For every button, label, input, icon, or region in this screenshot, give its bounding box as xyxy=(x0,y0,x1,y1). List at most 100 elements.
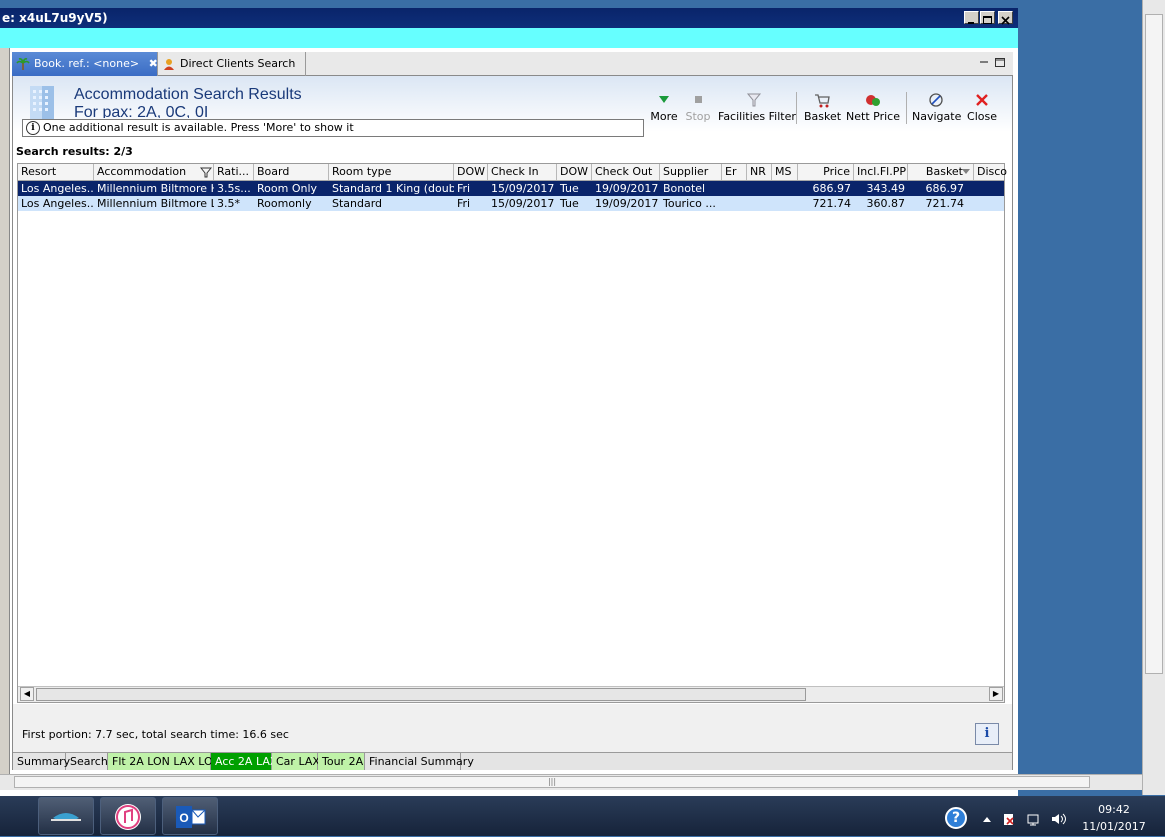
col-accommodation[interactable]: Accommodation xyxy=(94,164,214,180)
nett-price-label: Nett Price xyxy=(846,110,900,123)
cell-supplier: Tourico ... xyxy=(663,197,716,210)
col-nr[interactable]: NR xyxy=(747,164,772,180)
scroll-left-button[interactable]: ◀ xyxy=(20,687,34,701)
info-button[interactable]: i xyxy=(975,723,999,745)
tab-tour[interactable]: Tour 2A xyxy=(318,753,365,770)
filter-icon[interactable] xyxy=(200,167,212,178)
taskbar-outlook-button[interactable]: O xyxy=(162,797,218,835)
cell-accommodation: Millennium Biltmore H... xyxy=(97,182,214,195)
down-arrow-icon xyxy=(659,96,669,103)
tab-car[interactable]: Car LAX xyxy=(272,753,320,770)
cell-rating: 3.5s... xyxy=(217,182,251,195)
window-close-button[interactable] xyxy=(998,11,1013,25)
page-title: Accommodation Search Results xyxy=(74,86,302,103)
search-timing: First portion: 7.7 sec, total search tim… xyxy=(22,728,289,741)
table-row[interactable]: Los Angeles... Millennium Biltmore H... … xyxy=(18,181,1004,196)
maximize-button[interactable] xyxy=(980,11,995,24)
col-rating[interactable]: Rati... xyxy=(214,164,254,180)
view-min-max-icon[interactable] xyxy=(978,56,1008,70)
col-incl-fl-pp[interactable]: Incl.Fl.PP xyxy=(854,164,908,180)
col-resort[interactable]: Resort xyxy=(18,164,94,180)
funnel-icon xyxy=(746,93,762,107)
tab-direct-clients-search[interactable]: Direct Clients Search xyxy=(158,52,306,76)
clock-time[interactable]: 09:42 xyxy=(1086,803,1142,816)
help-icon[interactable]: ? xyxy=(945,807,967,829)
col-check-in[interactable]: Check In xyxy=(488,164,557,180)
cell-room-type: Standard xyxy=(332,197,383,210)
window-title: e: x4uL7u9yV5) xyxy=(2,11,108,25)
stop-icon xyxy=(695,96,702,103)
basket-button[interactable]: Basket xyxy=(804,90,841,126)
scrollbar-thumb[interactable] xyxy=(36,688,806,701)
facilities-filter-button[interactable]: Facilities Filter xyxy=(718,90,796,126)
navigate-button[interactable]: Navigate xyxy=(912,90,961,126)
cell-board: Room Only xyxy=(257,182,318,195)
facilities-filter-label: Facilities Filter xyxy=(718,110,796,123)
clients-icon xyxy=(164,59,174,70)
tab-summary[interactable]: Summary xyxy=(13,753,70,770)
building-icon xyxy=(30,86,54,122)
table-row[interactable]: Los Angeles... Millennium Biltmore L... … xyxy=(18,196,1004,211)
scroll-right-button[interactable]: ▶ xyxy=(989,687,1003,701)
cell-resort: Los Angeles... xyxy=(21,197,94,210)
tab-direct-clients-label: Direct Clients Search xyxy=(180,57,296,70)
results-table xyxy=(17,163,1005,703)
more-button[interactable]: More xyxy=(650,90,678,126)
cell-room-type: Standard 1 King (double) xyxy=(332,182,454,195)
cell-dow-in: Fri xyxy=(457,182,471,195)
toolbar-separator xyxy=(796,92,797,124)
cell-basket: 721.74 xyxy=(925,197,965,210)
cell-dow-out: Tue xyxy=(560,182,579,195)
tab-accommodation[interactable]: Acc 2A LAX xyxy=(211,753,277,770)
col-dow-out[interactable]: DOW xyxy=(557,164,592,180)
col-discount[interactable]: Disco xyxy=(974,164,1014,180)
minimize-icon xyxy=(968,22,974,24)
cell-dow-out: Tue xyxy=(560,197,579,210)
window-title-bar[interactable]: e: x4uL7u9yV5) xyxy=(0,8,1018,28)
col-ms[interactable]: MS xyxy=(772,164,798,180)
cell-resort: Los Angeles... xyxy=(21,182,94,195)
desktop-background xyxy=(1018,0,1146,775)
system-tray-icons[interactable] xyxy=(980,812,1076,826)
clock-date[interactable]: 11/01/2017 xyxy=(1080,820,1148,833)
col-er[interactable]: Er xyxy=(722,164,747,180)
tab-financial-summary[interactable]: Financial Summary xyxy=(365,753,474,770)
maximize-icon xyxy=(983,16,992,24)
basket-icon xyxy=(815,94,830,108)
more-label: More xyxy=(650,110,678,123)
cell-supplier: Bonotel xyxy=(663,182,706,195)
table-header: Resort Accommodation Rati... Board Room … xyxy=(18,164,1007,181)
tab-booking-ref[interactable]: Book. ref.: <none> ✖ xyxy=(12,52,158,76)
stop-button[interactable]: Stop xyxy=(684,90,712,126)
col-check-out[interactable]: Check Out xyxy=(592,164,660,180)
toolbar-separator xyxy=(906,92,907,124)
tab-close-icon[interactable]: ✖ xyxy=(149,57,158,70)
booking-component-tabs: Summary Search Flt 2A LON LAX LON Acc 2A… xyxy=(13,752,1012,770)
cell-price: 686.97 xyxy=(812,182,852,195)
cell-check-out: 19/09/2017 xyxy=(595,197,659,210)
col-supplier[interactable]: Supplier xyxy=(660,164,722,180)
taskbar-app-button[interactable] xyxy=(38,797,94,835)
taskbar-itunes-button[interactable] xyxy=(100,797,156,835)
vertical-scrollbar-thumb[interactable] xyxy=(1145,14,1163,674)
info-icon: i xyxy=(26,121,40,135)
col-room-type[interactable]: Room type xyxy=(329,164,454,180)
col-board[interactable]: Board xyxy=(254,164,329,180)
nett-price-button[interactable]: Nett Price xyxy=(846,90,900,126)
col-dow-in[interactable]: DOW xyxy=(454,164,488,180)
horizontal-scrollbar-thumb[interactable]: ||| xyxy=(14,776,1090,788)
minimize-button[interactable] xyxy=(964,11,979,24)
tab-search[interactable]: Search xyxy=(66,753,108,770)
sort-desc-icon xyxy=(962,169,970,174)
col-price[interactable]: Price xyxy=(798,164,854,180)
tab-flight[interactable]: Flt 2A LON LAX LON xyxy=(108,753,221,770)
cell-incl-fl-pp: 343.49 xyxy=(866,182,906,195)
search-results-count: Search results: 2/3 xyxy=(16,145,133,158)
close-label: Close xyxy=(967,110,997,123)
info-message-bar: i One additional result is available. Pr… xyxy=(22,119,644,137)
red-x-icon xyxy=(976,94,988,106)
close-button[interactable]: Close xyxy=(966,90,998,126)
cell-check-in: 15/09/2017 xyxy=(491,182,555,195)
stop-label: Stop xyxy=(685,110,711,123)
tab-booking-ref-label: Book. ref.: <none> xyxy=(34,57,140,70)
